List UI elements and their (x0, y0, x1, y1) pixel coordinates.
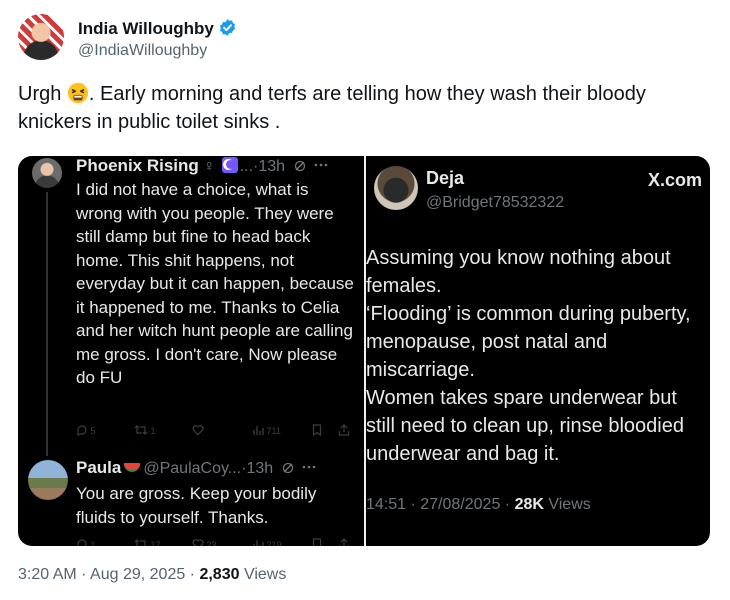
quoted-timestamp: 14:51 · 27/08/2025 · (366, 496, 515, 513)
heart-icon (192, 539, 204, 546)
reply-time: ·13h (241, 460, 274, 477)
verified-badge-icon (219, 19, 235, 36)
reply-text: I did not have a choice, what is wrong w… (76, 180, 354, 387)
reply-header: Phoenix Rising ♀ ...·13h (76, 156, 328, 176)
like-action (192, 424, 204, 436)
reply-actions: 1 17 23 219 (76, 538, 356, 546)
x-logo-label: X.com (647, 170, 702, 190)
reply-count: 1 (90, 540, 96, 546)
reply-header: Paula @PaulaCoy...·13h (76, 458, 316, 478)
views-icon (253, 540, 264, 546)
more-icon (302, 465, 316, 469)
media-left-screenshot: Phoenix Rising ♀ ...·13h I did not have … (18, 156, 364, 546)
bookmark-action (312, 538, 322, 546)
views-count: 219 (266, 540, 282, 546)
views-icon (253, 426, 264, 435)
more-icon (314, 163, 328, 167)
reply-action: 5 (76, 424, 96, 436)
reply-text: You are gross. Keep your bodily fluids t… (76, 484, 317, 527)
repost-icon (134, 539, 147, 546)
reply-icon (77, 425, 87, 436)
repost-icon (134, 425, 148, 435)
reply-author-suffix: ♀ (198, 158, 220, 175)
avatar (374, 166, 418, 210)
repost-action: 17 (134, 538, 161, 546)
quoted-views-count: 28K (514, 496, 544, 513)
repost-action: 1 (134, 424, 156, 436)
grok-icon (282, 462, 293, 474)
quoted-author-handle: @Bridget78532322 (426, 194, 565, 211)
quoted-meta: 14:51 · 27/08/2025 · 28K Views (366, 496, 591, 514)
heart-icon (192, 425, 204, 436)
avatar (28, 460, 68, 500)
quoted-views-label: Views (543, 496, 591, 513)
reply-count: 5 (90, 426, 96, 436)
quoted-text: Assuming you know nothing about females.… (366, 247, 691, 465)
share-icon (338, 538, 350, 546)
tweet-meta: 3:20 AM · Aug 29, 2025 · 2,830 Views (18, 566, 286, 584)
tired-face-emoji-icon (67, 82, 88, 104)
author-handle[interactable]: @IndiaWilloughby (78, 42, 207, 60)
share-icon (338, 424, 350, 436)
views-count: 2,830 (199, 566, 240, 583)
tweet-text: Urgh . Early morning and terfs are telli… (18, 80, 718, 136)
reply-action: 1 (76, 538, 96, 546)
bookmark-icon (312, 424, 322, 437)
tweet-text-start: Urgh (18, 83, 67, 105)
like-action: 23 (192, 538, 217, 546)
like-count: 23 (206, 540, 217, 546)
tweet-text-end: . Early morning and terfs are telling ho… (18, 83, 646, 133)
avatar (32, 158, 62, 188)
tweet-header: India Willoughby @IndiaWilloughby (18, 12, 618, 64)
author-name[interactable]: India Willoughby (78, 19, 214, 38)
thread-line (46, 192, 48, 456)
media-right-screenshot: Deja @Bridget78532322 X.com Assuming you… (366, 156, 710, 546)
author-name-row[interactable]: India Willoughby (78, 18, 237, 39)
reply-author-name: Paula (76, 458, 122, 477)
avatar[interactable] (18, 14, 64, 60)
repost-count: 1 (150, 426, 156, 436)
reply-icon (77, 539, 87, 546)
timestamp[interactable]: 3:20 AM · Aug 29, 2025 · (18, 566, 199, 583)
views-label: Views (239, 566, 287, 583)
repost-count: 17 (150, 540, 161, 546)
views-count: 711 (266, 426, 281, 436)
grok-icon (294, 160, 305, 172)
bookmark-icon (312, 538, 322, 546)
share-action (338, 538, 350, 546)
moon-emoji-icon (221, 157, 238, 173)
quoted-author-name: Deja (426, 168, 465, 188)
views-action: 711 (252, 424, 281, 436)
views-action: 219 (252, 538, 282, 546)
tweet-media[interactable]: Phoenix Rising ♀ ...·13h I did not have … (18, 156, 710, 546)
bookmark-action (312, 424, 322, 437)
reply-author-handle: @PaulaCoy... (143, 460, 242, 477)
share-action (338, 424, 350, 436)
reply-author-name: Phoenix Rising (76, 156, 199, 175)
reply-meta: ...·13h (239, 158, 286, 175)
reply-actions: 5 1 711 (76, 424, 356, 438)
watermelon-emoji-icon (124, 463, 141, 472)
